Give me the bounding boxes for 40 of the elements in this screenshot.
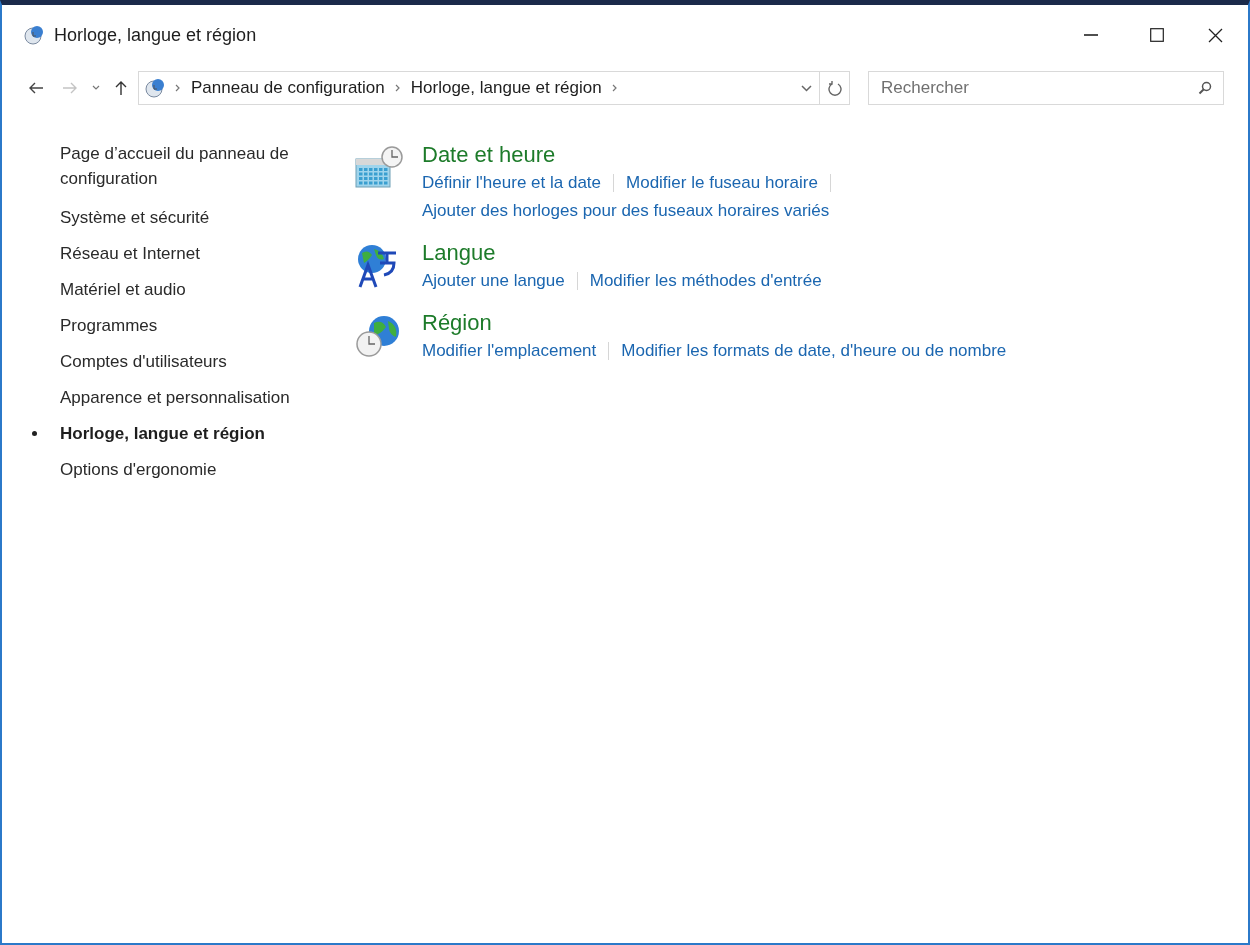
task-link[interactable]: Définir l'heure et la date <box>422 169 601 197</box>
refresh-icon <box>827 80 842 96</box>
task-link[interactable]: Modifier les méthodes d'entrée <box>589 267 822 295</box>
sidebar-link[interactable]: Système et sécurité <box>60 205 320 230</box>
task-link[interactable]: Modifier le fuseau horaire <box>626 169 818 197</box>
sidebar-link[interactable]: Programmes <box>60 313 320 338</box>
control-panel-icon <box>145 78 165 98</box>
back-arrow-icon <box>28 82 44 94</box>
category-title[interactable]: Région <box>422 309 1007 337</box>
chevron-right-icon <box>175 84 181 92</box>
chevron-right-icon <box>611 84 618 92</box>
forward-arrow-icon <box>62 82 78 94</box>
chevron-down-icon <box>92 85 100 91</box>
task-link[interactable]: Modifier l'emplacement <box>422 337 597 365</box>
sidebar-link[interactable]: Apparence et personnalisation <box>60 385 320 410</box>
search-icon <box>1198 81 1212 95</box>
category-title[interactable]: Langue <box>422 239 822 267</box>
task-link[interactable]: Modifier les formats de date, d'heure ou de nombre <box>621 337 1007 365</box>
sidebar-link[interactable]: Options d'ergonomie <box>60 457 320 482</box>
chevron-right-icon <box>394 84 401 92</box>
minimize-icon <box>1084 34 1098 36</box>
sidebar-link[interactable]: Horloge, langue et région <box>60 421 320 446</box>
address-bar[interactable]: Panneau de configuration Horloge, langue et région <box>138 71 850 105</box>
maximize-icon <box>1150 28 1164 42</box>
breadcrumb-item[interactable]: Horloge, langue et région <box>410 75 602 101</box>
sidebar-link[interactable]: Matériel et audio <box>60 277 320 302</box>
sidebar-link[interactable]: Page d’accueil du panneau de configuration <box>60 141 320 191</box>
task-link[interactable]: Ajouter une langue <box>422 267 565 295</box>
task-link[interactable]: Ajouter des horloges pour des fuseaux horaires variés <box>422 197 830 225</box>
control-panel-icon <box>24 25 44 45</box>
category-title[interactable]: Date et heure <box>422 141 831 169</box>
breadcrumb-item[interactable]: Panneau de configuration <box>191 75 385 101</box>
chevron-down-icon <box>800 84 812 92</box>
calendar-clock-icon <box>354 145 404 191</box>
search-field[interactable]: Rechercher <box>868 71 1224 105</box>
sidebar-link[interactable]: Réseau et Internet <box>60 241 320 266</box>
up-arrow-icon <box>115 80 127 96</box>
window-title: Horloge, langue et région <box>54 23 257 47</box>
close-icon <box>1207 27 1223 43</box>
sidebar-link[interactable]: Comptes d'utilisateurs <box>60 349 320 374</box>
